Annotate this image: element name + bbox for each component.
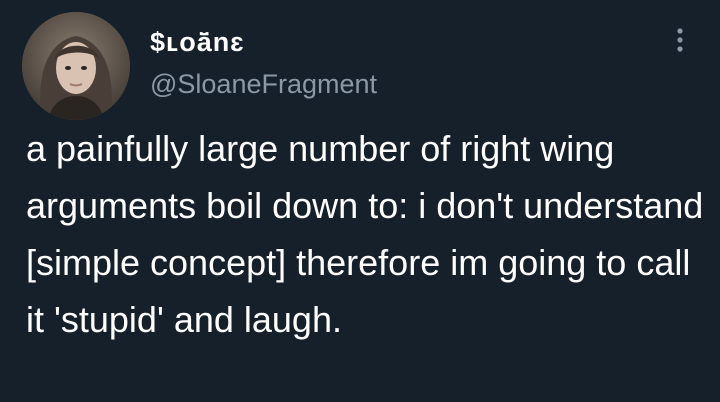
display-name[interactable]: $ʟoā̈nɛ bbox=[150, 22, 245, 62]
avatar-image bbox=[22, 12, 130, 120]
tweet-card: $ʟoā̈nɛ @SloaneFragment a painfully larg… bbox=[0, 0, 720, 402]
more-options-button[interactable] bbox=[664, 24, 696, 56]
more-vertical-icon bbox=[677, 28, 683, 52]
user-handle[interactable]: @SloaneFragment bbox=[150, 66, 377, 102]
avatar[interactable] bbox=[22, 12, 130, 120]
tweet-text: a painfully large number of right wing a… bbox=[26, 128, 704, 340]
